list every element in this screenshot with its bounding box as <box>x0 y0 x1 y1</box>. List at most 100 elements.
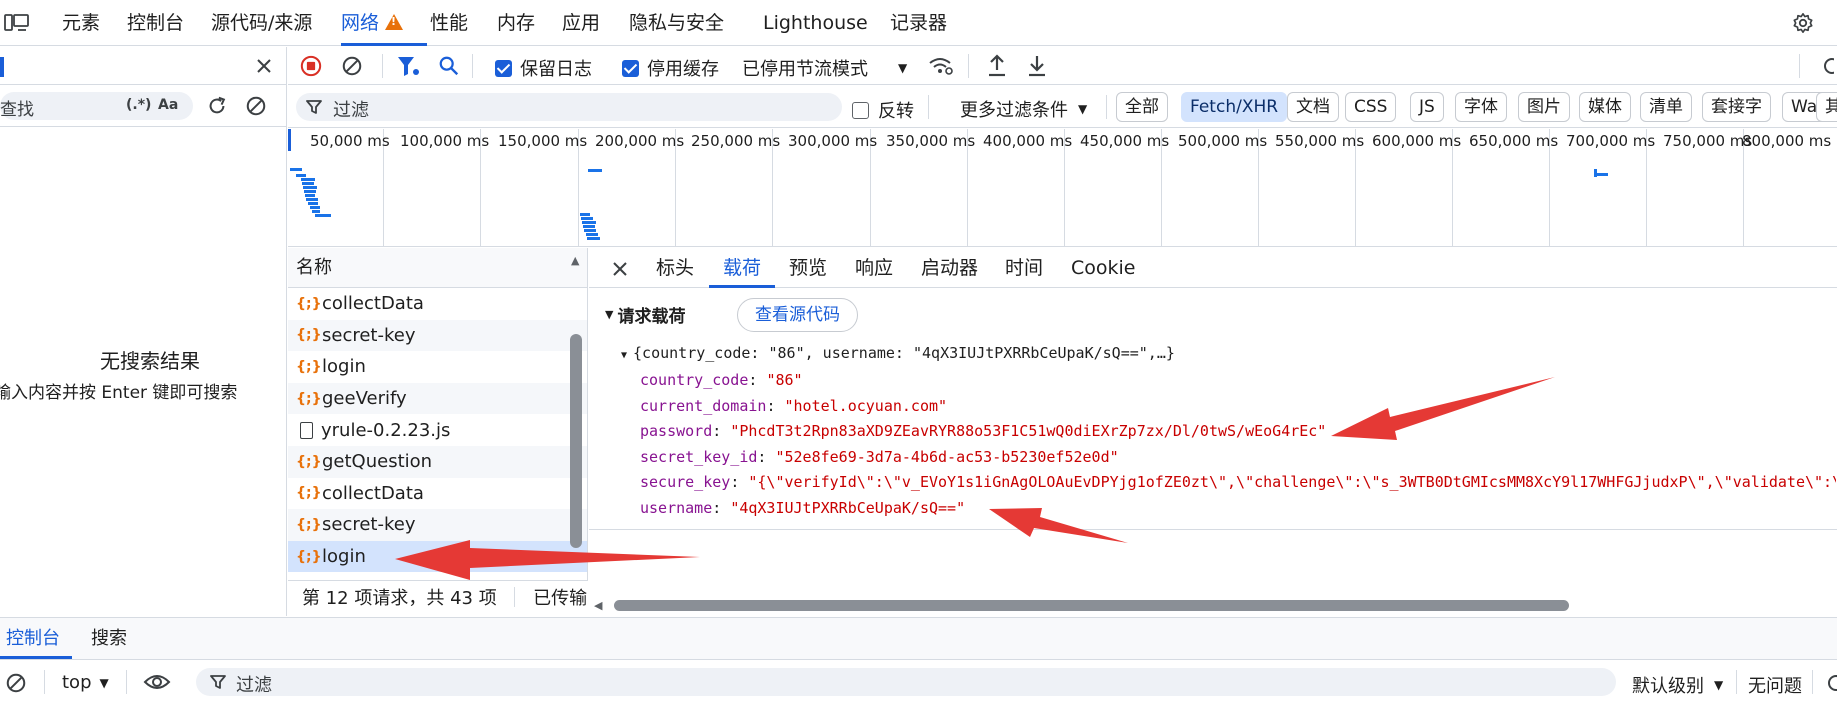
close-icon[interactable] <box>255 57 273 75</box>
network-toolbar: 保留日志 停用缓存 已停用节流模式 ▼ <box>288 47 1837 85</box>
tab-payload[interactable]: 载荷 <box>708 248 776 288</box>
more-filters-dropdown[interactable]: 更多过滤条件 ▼ <box>960 96 1087 122</box>
request-detail-panel: 标头 载荷 预览 响应 启动器 时间 Cookie ▼ 请求载荷 查看源代码 ▼… <box>589 248 1837 616</box>
filter-type-image[interactable]: 图片 <box>1518 92 1570 122</box>
request-row[interactable]: {;} getQuestion <box>288 445 587 478</box>
console-filter-input[interactable]: 过滤 <box>196 668 1616 696</box>
search-input[interactable]: 查找 (.*) Aa <box>0 92 193 120</box>
scroll-left-arrow-icon[interactable]: ◀ <box>594 599 602 612</box>
filter-type-media[interactable]: 媒体 <box>1579 92 1631 122</box>
filter-type-font[interactable]: 字体 <box>1455 92 1507 122</box>
issues-counter[interactable]: 无问题 <box>1748 672 1802 698</box>
view-source-button[interactable]: 查看源代码 <box>737 298 858 332</box>
waterfall-bar <box>587 237 600 240</box>
waterfall-bar <box>310 206 320 209</box>
log-level-dropdown[interactable]: 默认级别 ▼ <box>1632 672 1723 698</box>
filter-type-manifest[interactable]: 清单 <box>1640 92 1692 122</box>
tab-performance[interactable]: 性能 <box>430 0 468 46</box>
clear-console-icon[interactable] <box>5 672 27 694</box>
tab-lighthouse[interactable]: Lighthouse <box>763 0 868 46</box>
drawer-tab-console[interactable]: 控制台 <box>6 618 60 660</box>
tab-initiator[interactable]: 启动器 <box>921 248 978 288</box>
search-icon[interactable] <box>438 55 460 77</box>
preserve-log-checkbox[interactable]: 保留日志 <box>495 55 592 81</box>
filter-type-other[interactable]: 其 <box>1816 92 1837 122</box>
request-row[interactable]: yrule-0.2.23.js <box>288 414 587 446</box>
request-row[interactable]: {;} collectData <box>288 478 587 510</box>
xhr-icon: {;} <box>296 358 322 375</box>
throttling-select[interactable]: 已停用节流模式 ▼ <box>742 55 907 81</box>
waterfall-bar <box>305 194 315 197</box>
context-selector[interactable]: top ▼ <box>62 672 109 693</box>
tab-cookies[interactable]: Cookie <box>1071 248 1136 288</box>
payload-section-header[interactable]: ▼ 请求载荷 <box>605 302 685 327</box>
clear-icon[interactable] <box>245 95 267 117</box>
filter-funnel-icon[interactable] <box>396 55 420 77</box>
toolbar-divider <box>968 54 969 78</box>
toolbar-divider <box>1812 670 1813 694</box>
tab-privacy-security[interactable]: 隐私与安全 <box>629 0 724 46</box>
filter-type-css[interactable]: CSS <box>1345 92 1397 122</box>
payload-summary[interactable]: ▼ {country_code: "86", username: "4qX3IUJ… <box>621 344 1175 362</box>
record-stop-icon[interactable] <box>300 55 322 77</box>
export-har-icon[interactable] <box>1026 54 1048 78</box>
tab-headers[interactable]: 标头 <box>656 248 694 288</box>
device-toolbar-icon[interactable] <box>4 13 30 33</box>
tab-console[interactable]: 控制台 <box>127 0 184 46</box>
tab-timing[interactable]: 时间 <box>1005 248 1043 288</box>
filter-type-all[interactable]: 全部 <box>1116 92 1168 122</box>
request-row-selected[interactable]: {;} login <box>288 540 587 573</box>
request-row[interactable]: {;} secret-key <box>288 319 587 352</box>
console-settings-gear-icon[interactable] <box>1822 672 1837 694</box>
timeline-tick-label: 650,000 ms <box>1469 132 1559 150</box>
waterfall-bar <box>308 202 318 205</box>
timeline-overview[interactable]: 50,000 ms 100,000 ms 150,000 ms 200,000 … <box>288 129 1837 247</box>
payload-summary-text: {country_code: "86", username: "4qX3IUJt… <box>633 344 1175 362</box>
import-har-icon[interactable] <box>986 54 1008 78</box>
tab-memory[interactable]: 内存 <box>497 0 535 46</box>
request-status-bar: 第 12 项请求，共 43 项 已传输 3 <box>288 580 588 616</box>
tab-response[interactable]: 响应 <box>855 248 893 288</box>
eye-icon[interactable] <box>143 672 171 692</box>
drawer-tab-search[interactable]: 搜索 <box>91 618 127 660</box>
disable-cache-checkbox[interactable]: 停用缓存 <box>622 55 719 81</box>
filter-icon <box>210 675 226 689</box>
request-row[interactable]: {;} login <box>288 351 587 383</box>
tab-preview[interactable]: 预览 <box>789 248 827 288</box>
field-value: "PhcdT3t2Rpn83aXD9ZEavRYR88o53F1C51wQ0di… <box>730 422 1327 440</box>
request-row[interactable]: {;} secret-key <box>288 509 587 541</box>
filter-type-doc[interactable]: 文档 <box>1287 92 1339 122</box>
request-row[interactable]: {;} geeVerify <box>288 382 587 415</box>
match-case-toggle[interactable]: Aa <box>158 97 178 113</box>
filter-type-fetch-xhr[interactable]: Fetch/XHR <box>1181 92 1288 122</box>
filter-type-js[interactable]: JS <box>1410 92 1444 122</box>
network-settings-gear-icon[interactable] <box>1818 55 1834 77</box>
clear-log-icon[interactable] <box>341 55 363 77</box>
refresh-icon[interactable] <box>206 95 228 117</box>
tab-application[interactable]: 应用 <box>562 0 600 46</box>
request-name: collectData <box>322 293 424 315</box>
regex-toggle[interactable]: (.*) <box>126 97 151 113</box>
vertical-scrollbar-thumb[interactable] <box>570 334 582 548</box>
invert-checkbox[interactable]: 反转 <box>852 97 914 123</box>
scroll-up-arrow-icon[interactable]: ▲ <box>571 254 579 267</box>
horizontal-scrollbar-thumb[interactable] <box>614 600 1569 611</box>
settings-gear-icon[interactable] <box>1792 12 1814 34</box>
tab-network[interactable]: 网络 <box>341 0 428 46</box>
filter-input[interactable]: 过滤 <box>296 93 842 121</box>
close-detail-icon[interactable] <box>611 260 629 278</box>
payload-field: country_code: "86" <box>640 371 803 389</box>
filter-type-socket[interactable]: 套接字 <box>1702 92 1771 122</box>
tab-elements[interactable]: 元素 <box>62 0 100 46</box>
tab-recorder[interactable]: 记录器 <box>890 0 947 46</box>
tab-sources[interactable]: 源代码/来源 <box>211 0 312 46</box>
request-row[interactable]: {;} collectData <box>288 288 587 320</box>
network-conditions-icon[interactable] <box>928 55 954 77</box>
name-column-header[interactable]: 名称 <box>288 248 587 288</box>
timeline-tick-label: 50,000 ms <box>310 132 390 150</box>
timeline-selection-handle[interactable] <box>288 129 291 151</box>
throttling-value: 已停用节流模式 <box>742 59 868 80</box>
field-key: country_code <box>640 371 749 389</box>
request-rows: {;} collectData {;} secret-key {;} login {;… <box>288 288 587 573</box>
timeline-tick-label: 200,000 ms <box>595 132 685 150</box>
